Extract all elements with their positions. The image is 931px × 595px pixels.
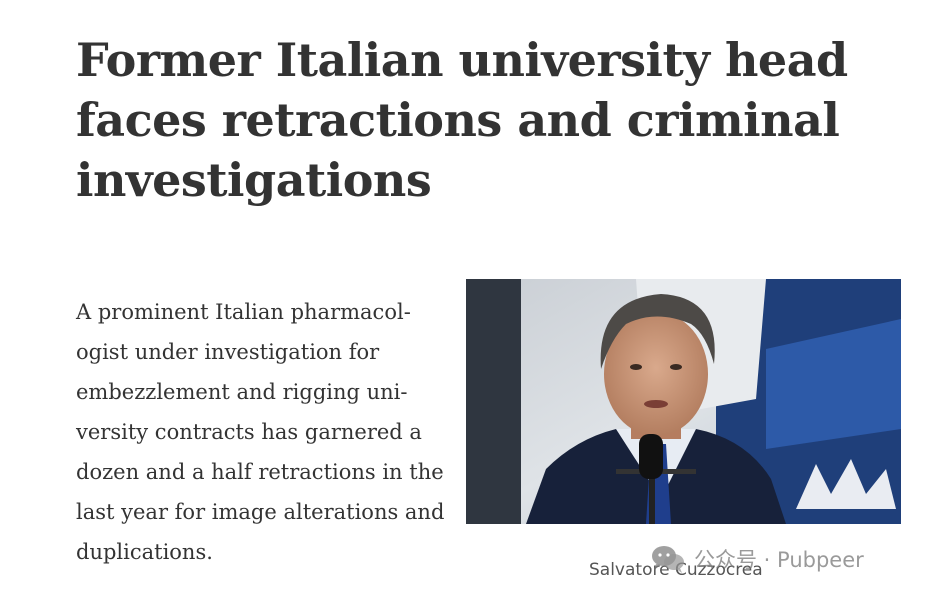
wechat-icon (650, 544, 686, 574)
watermark-text: 公众号 · Pubpeer (694, 548, 864, 572)
source-watermark: 公众号 · Pubpeer (650, 542, 864, 576)
speaker-portrait-image (466, 279, 901, 524)
article-lede: A prominent Italian pharmacol­ogist unde… (76, 300, 445, 564)
article-headline: Former Italian university head faces ret… (76, 33, 848, 207)
article-photo (466, 279, 901, 524)
